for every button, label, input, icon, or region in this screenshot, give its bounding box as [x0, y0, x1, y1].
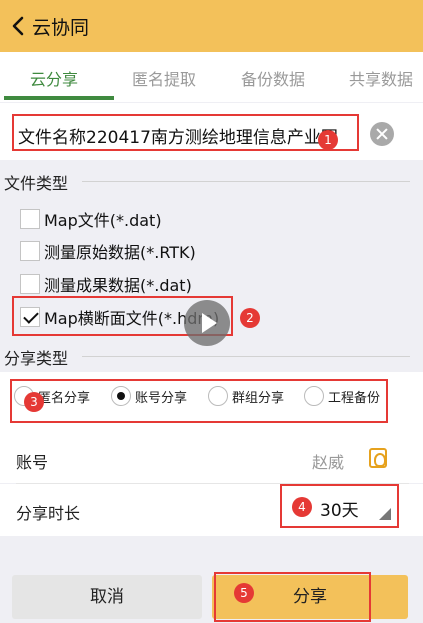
annotation-badge-4: 4: [292, 497, 312, 517]
radio-button-selected[interactable]: [111, 386, 131, 406]
radio-label: 群组分享: [232, 390, 285, 406]
dropdown-arrow-icon: [379, 508, 391, 520]
radio-label: 匿名分享: [38, 390, 91, 406]
tab-anonymous-extract[interactable]: 匿名提取: [132, 66, 196, 90]
checkbox[interactable]: [20, 241, 40, 261]
checkbox-raw-data[interactable]: 测量原始数据(*.RTK): [20, 239, 196, 263]
duration-value: 30天: [320, 501, 359, 521]
account-label: 账号: [16, 453, 49, 472]
duration-select[interactable]: 4 30天: [280, 484, 399, 528]
file-name-row: 文件名称220417南方测绘地理信息产业园 1: [0, 103, 423, 160]
checkbox[interactable]: [20, 274, 40, 294]
radio-account-share[interactable]: 账号分享: [111, 386, 187, 406]
radio-label: 工程备份: [328, 390, 381, 406]
checkbox-result-data[interactable]: 测量成果数据(*.dat): [20, 272, 192, 296]
page-title: 云协同: [32, 16, 90, 39]
duration-row: 分享时长 4 30天: [0, 484, 423, 536]
tab-shared-data[interactable]: 共享数据: [349, 66, 413, 90]
tab-cloud-share[interactable]: 云分享: [30, 66, 78, 90]
radio-project-backup[interactable]: 工程备份: [304, 386, 380, 406]
tab-backup-data[interactable]: 备份数据: [241, 66, 305, 90]
app-header: 云协同: [0, 0, 423, 52]
file-name-value: 文件名称220417南方测绘地理信息产业园: [18, 128, 338, 148]
radio-group-share[interactable]: 群组分享: [208, 386, 284, 406]
chevron-left-icon[interactable]: [8, 15, 30, 37]
account-value[interactable]: 赵威: [312, 449, 344, 473]
account-row: 账号 赵威: [0, 436, 423, 483]
radio-button[interactable]: [304, 386, 324, 406]
radio-button[interactable]: [208, 386, 228, 406]
checkbox-label: Map文件(*.dat): [44, 211, 162, 230]
active-tab-indicator: [4, 96, 114, 100]
clear-icon[interactable]: [370, 122, 394, 146]
annotation-badge-3: 3: [24, 392, 44, 412]
annotation-badge-2: 2: [240, 308, 260, 328]
checkbox-map-file[interactable]: Map文件(*.dat): [20, 207, 162, 231]
contact-icon[interactable]: [369, 448, 387, 468]
checkbox[interactable]: [20, 209, 40, 229]
radio-label: 账号分享: [135, 390, 188, 406]
checkbox-label: 测量原始数据(*.RTK): [44, 243, 196, 262]
file-type-title: 文件类型: [4, 174, 69, 193]
share-type-title: 分享类型: [4, 349, 69, 368]
annotation-badge-5: 5: [234, 583, 254, 603]
cancel-button[interactable]: 取消: [12, 575, 202, 619]
duration-label: 分享时长: [16, 504, 81, 523]
bottom-action-bar: 取消 分享 5: [0, 572, 423, 623]
share-type-row: 匿名分享 账号分享 群组分享 工程备份 3: [0, 372, 423, 436]
play-icon[interactable]: [184, 300, 230, 346]
tab-bar: 云分享 匿名提取 备份数据 共享数据: [0, 52, 423, 102]
section-divider: [82, 181, 410, 182]
section-divider: [82, 356, 410, 357]
annotation-badge-1: 1: [318, 130, 338, 150]
file-name-field[interactable]: 文件名称220417南方测绘地理信息产业园: [12, 114, 359, 151]
checkbox-label: 测量成果数据(*.dat): [44, 276, 192, 295]
